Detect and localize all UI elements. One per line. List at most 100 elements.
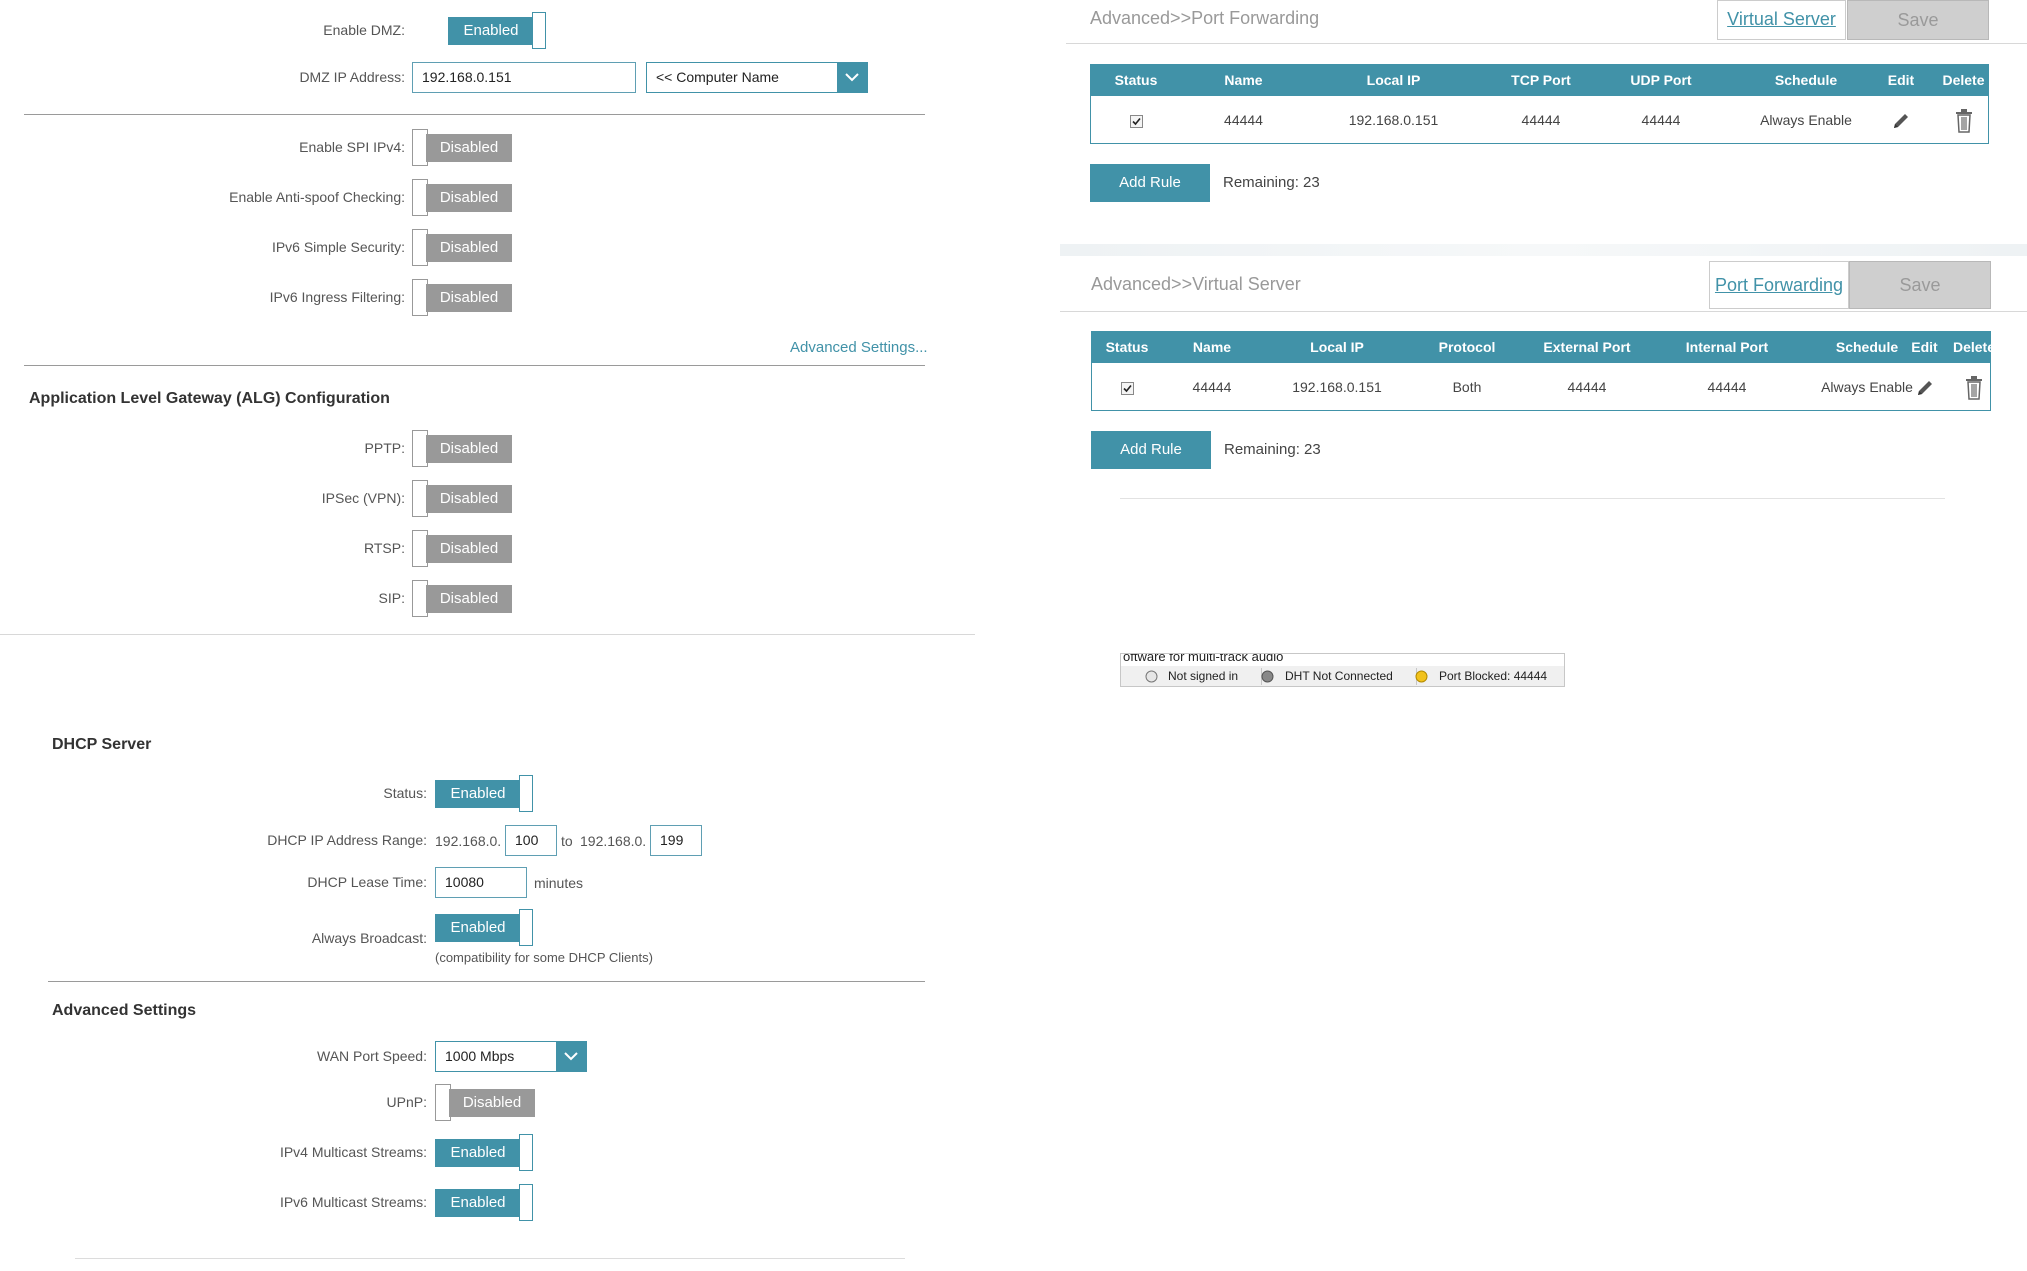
divider [75,1258,905,1259]
port-forwarding-tab-link[interactable]: Port Forwarding [1709,261,1849,309]
row-name: 44444 [1192,379,1232,395]
pptp-label: PPTP: [364,440,405,456]
add-rule-button[interactable]: Add Rule [1091,431,1211,469]
pptp-state: Disabled [426,435,512,463]
antispoof-state: Disabled [426,184,512,212]
sip-label: SIP: [378,590,405,606]
status-checkbox[interactable] [1129,114,1143,128]
always-broadcast-note: (compatibility for some DHCP Clients) [435,950,653,965]
dhcp-range-start-input[interactable]: 100 [505,825,557,856]
col-protocol: Protocol [1438,339,1496,355]
rtsp-toggle[interactable]: Disabled [412,530,512,567]
ipv6-ingress-toggle[interactable]: Disabled [412,279,512,316]
wan-speed-value: 1000 Mbps [445,1048,515,1064]
dhcp-range-label: DHCP IP Address Range: [267,832,427,848]
divider [48,981,925,982]
row-status-cell[interactable] [1092,363,1162,412]
divider [0,634,975,635]
row-local-ip: 192.168.0.151 [1292,379,1382,395]
sip-toggle[interactable]: Disabled [412,580,512,617]
virtual-server-table: Status Name Local IP Protocol External P… [1091,331,1995,412]
col-udp-port: UDP Port [1630,72,1692,88]
row-protocol: Both [1452,379,1482,395]
dhcp-lease-label: DHCP Lease Time: [307,874,427,890]
col-name: Name [1192,339,1232,355]
dmz-toggle[interactable]: Enabled [448,12,548,49]
col-name: Name [1224,72,1263,88]
ipv4-multicast-toggle[interactable]: Enabled [435,1134,535,1171]
dhcp-lease-unit: minutes [534,875,584,891]
ipsec-state: Disabled [426,485,512,513]
port-forwarding-table: Status Name Local IP TCP Port UDP Port S… [1090,64,1989,144]
upnp-state: Disabled [449,1089,535,1117]
ipv6-simple-state: Disabled [426,234,512,262]
edit-icon[interactable] [1892,363,1957,412]
col-delete: Delete [1942,72,1985,88]
divider [24,114,925,115]
wan-speed-label: WAN Port Speed: [317,1048,427,1064]
save-button[interactable]: Save [1847,0,1989,40]
virtual-server-tab-link[interactable]: Virtual Server [1717,0,1846,40]
dht-status: DHT Not Connected [1285,669,1393,683]
col-external-port: External Port [1543,339,1631,355]
advanced-settings-link[interactable]: Advanced Settings... [790,339,928,356]
ipsec-toggle[interactable]: Disabled [412,480,512,517]
upnp-toggle[interactable]: Disabled [435,1084,535,1121]
ipv6-simple-label: IPv6 Simple Security: [271,239,405,255]
antispoof-toggle[interactable]: Disabled [412,179,512,216]
ipv6-ingress-label: IPv6 Ingress Filtering: [269,289,405,305]
save-button[interactable]: Save [1849,261,1991,309]
status-bar-partial-text: oftware for multi-track audio [1121,654,1564,666]
port-status: Port Blocked: 44444 [1439,669,1548,683]
ipv6-multicast-state: Enabled [435,1189,521,1217]
dhcp-range-to: to [561,833,573,849]
ipv6-multicast-toggle[interactable]: Enabled [435,1184,535,1221]
rtsp-label: RTSP: [364,540,405,556]
always-broadcast-label: Always Broadcast: [311,930,427,946]
row-external-port: 44444 [1567,379,1607,395]
pptp-toggle[interactable]: Disabled [412,430,512,467]
dhcp-range-prefix-end: 192.168.0. [580,833,647,849]
computer-name-select-label: << Computer Name [656,69,779,85]
ipv4-multicast-state: Enabled [435,1139,521,1167]
col-internal-port: Internal Port [1685,339,1769,355]
always-broadcast-state: Enabled [435,914,521,942]
row-status-cell[interactable] [1091,96,1181,145]
client-status-bar: oftware for multi-track audio Not signed… [1120,653,1565,687]
spi-toggle[interactable]: Disabled [412,129,512,166]
virtual-server-tab-label: Virtual Server [1727,9,1836,29]
rtsp-state: Disabled [426,535,512,563]
ipsec-label: IPSec (VPN): [321,490,405,506]
row-name: 44444 [1224,112,1263,128]
virtual-server-breadcrumb: Advanced>>Virtual Server [1091,274,1301,294]
dhcp-range-end-input[interactable]: 199 [650,825,702,856]
divider [1060,311,2027,312]
col-status: Status [1105,339,1149,355]
divider [1066,43,2027,44]
col-tcp-port: TCP Port [1511,72,1571,88]
trash-icon[interactable] [1926,96,2001,145]
dhcp-status-toggle[interactable]: Enabled [435,775,535,812]
always-broadcast-toggle[interactable]: Enabled [435,909,535,946]
advanced-section-title: Advanced Settings [52,1002,197,1019]
port-forwarding-breadcrumb: Advanced>>Port Forwarding [1090,8,1320,28]
chevron-down-icon [556,1042,586,1071]
computer-name-select[interactable]: << Computer Name [646,62,868,93]
trash-icon[interactable] [1949,363,1999,412]
dht-status-icon [1261,667,1274,686]
status-checkbox[interactable] [1120,381,1134,395]
spi-state: Disabled [426,134,512,162]
add-rule-button[interactable]: Add Rule [1090,164,1210,202]
ipv6-simple-toggle[interactable]: Disabled [412,229,512,266]
dhcp-lease-input[interactable]: 10080 [435,867,527,898]
col-local-ip: Local IP [1310,339,1364,355]
row-local-ip: 192.168.0.151 [1348,112,1439,128]
col-local-ip: Local IP [1366,72,1421,88]
wan-speed-select[interactable]: 1000 Mbps [435,1041,587,1072]
table-header: Status Name Local IP Protocol External P… [1092,332,1995,363]
user-status-icon [1145,667,1158,686]
dmz-label: Enable DMZ: [323,22,405,38]
dmz-ip-input[interactable]: 192.168.0.151 [412,62,636,93]
dmz-ip-label: DMZ IP Address: [299,69,405,85]
col-status: Status [1114,72,1158,88]
